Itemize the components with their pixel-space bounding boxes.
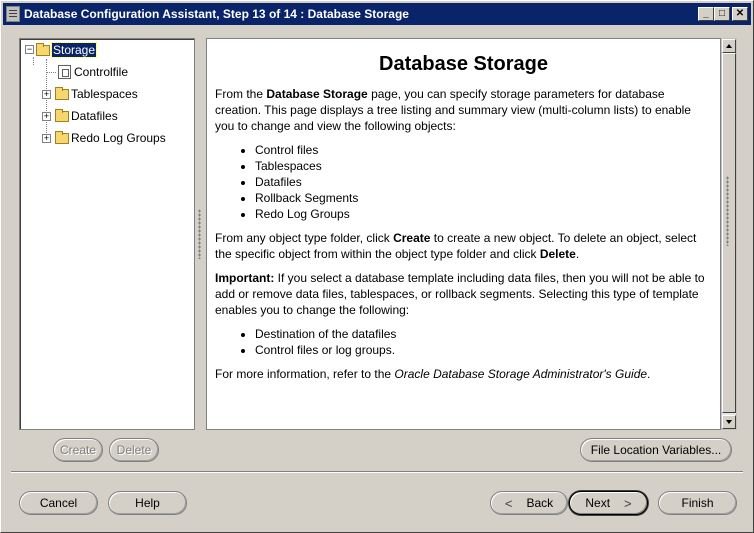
tree-expand-redo-log-groups[interactable]: + (42, 134, 51, 143)
tree-expand-datafiles[interactable]: + (42, 112, 51, 121)
tree-item-datafiles[interactable]: Datafiles (55, 107, 118, 125)
tree-item-storage[interactable]: Storage (36, 41, 98, 59)
maximize-button[interactable]: □ (714, 7, 730, 21)
maximize-icon: □ (718, 8, 726, 19)
delete-button[interactable]: Delete (109, 438, 159, 462)
text: Important: (215, 271, 275, 285)
minimize-button[interactable]: _ (698, 7, 714, 21)
text: If you select a database template includ… (215, 271, 705, 317)
help-button[interactable]: Help (108, 491, 187, 515)
text: From any object type folder, click (215, 231, 394, 245)
list-item: Rollback Segments (255, 190, 720, 206)
scroll-grip (726, 176, 729, 246)
tree-item-controlfile[interactable]: Controlfile (58, 63, 128, 81)
list-item: Redo Log Groups (255, 206, 720, 222)
text: Create (393, 231, 431, 245)
folder-icon (55, 108, 69, 122)
dbca-window: Database Configuration Assistant, Step 1… (0, 0, 754, 533)
list-item: Control files or log groups. (255, 342, 720, 358)
text: Database Storage (266, 87, 368, 101)
storage-tree: − Storage Controlfile + Tablespaces + Da… (19, 38, 195, 430)
intro-paragraph: From the Database Storage page, you can … (215, 86, 712, 134)
text: . (647, 367, 651, 381)
text: For more information, refer to the (215, 367, 395, 381)
list-item: Control files (255, 142, 720, 158)
list-item: Destination of the datafiles (255, 326, 720, 342)
finish-button[interactable]: Finish (658, 491, 737, 515)
folder-icon (36, 42, 50, 56)
button-label: Next (585, 496, 611, 510)
text: . (575, 247, 580, 261)
tree-connector (33, 57, 34, 65)
next-button[interactable]: Next > (569, 491, 648, 515)
tree-connector (46, 59, 47, 139)
list-item: Datafiles (255, 174, 720, 190)
tree-connector (46, 72, 56, 73)
text: Delete (539, 247, 576, 261)
create-delete-paragraph: From any object type folder, click Creat… (215, 230, 712, 262)
folder-icon (55, 130, 69, 144)
tree-item-tablespaces[interactable]: Tablespaces (55, 85, 138, 103)
tree-item-redo-log-groups[interactable]: Redo Log Groups (55, 129, 166, 147)
app-icon (6, 6, 20, 22)
more-info-paragraph: For more information, refer to the Oracl… (215, 366, 712, 382)
scroll-up-button[interactable] (722, 39, 736, 53)
text: Oracle Database Storage Administrator's … (394, 367, 648, 381)
folder-icon (55, 86, 69, 100)
tree-item-label: Storage (50, 42, 98, 58)
tree-item-label: Tablespaces (71, 87, 138, 101)
tree-collapse-storage[interactable]: − (25, 45, 34, 54)
minimize-icon: _ (703, 8, 709, 19)
objects-list: Control files Tablespaces Datafiles Roll… (207, 142, 720, 222)
arrow-down-icon (726, 420, 732, 424)
close-icon: ✕ (735, 8, 745, 19)
chevron-right-icon: > (624, 495, 632, 511)
changeable-list: Destination of the datafiles Control fil… (207, 326, 720, 358)
chevron-left-icon: < (504, 495, 513, 511)
back-button[interactable]: < Back (490, 491, 568, 515)
window-title: Database Configuration Assistant, Step 1… (24, 7, 409, 21)
cancel-button[interactable]: Cancel (19, 491, 98, 515)
arrow-up-icon (726, 44, 732, 48)
tree-item-label: Controlfile (74, 65, 129, 79)
window-controls: _ □ ✕ (698, 7, 748, 21)
tree-item-label: Redo Log Groups (71, 131, 166, 145)
page-title: Database Storage (379, 53, 548, 75)
splitter-handle[interactable] (198, 209, 201, 259)
button-label: Back (526, 496, 554, 510)
tree-expand-tablespaces[interactable]: + (42, 90, 51, 99)
text: From the (215, 87, 267, 101)
file-location-variables-button[interactable]: File Location Variables... (580, 438, 732, 462)
important-paragraph: Important: If you select a database temp… (215, 270, 712, 318)
create-button[interactable]: Create (53, 438, 103, 462)
tree-item-label: Datafiles (71, 109, 118, 123)
list-item: Tablespaces (255, 158, 720, 174)
close-button[interactable]: ✕ (732, 7, 748, 21)
scroll-down-button[interactable] (722, 415, 736, 429)
file-icon (58, 65, 71, 79)
scroll-thumb[interactable] (722, 53, 736, 413)
help-content: Database Storage From the Database Stora… (206, 38, 721, 430)
content-scrollbar[interactable] (721, 38, 737, 430)
divider (11, 471, 743, 473)
title-bar: Database Configuration Assistant, Step 1… (3, 3, 751, 25)
